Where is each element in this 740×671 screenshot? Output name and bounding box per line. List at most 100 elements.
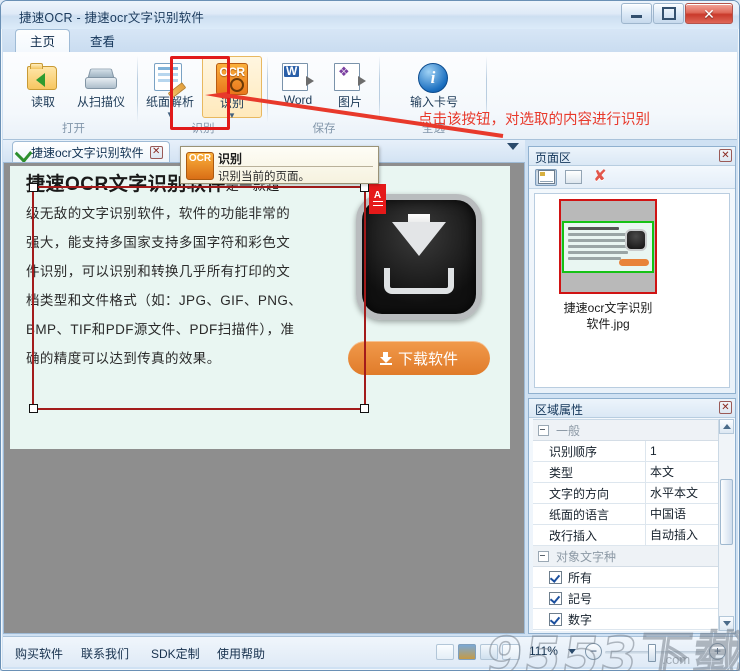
selection-handle-top-right[interactable] <box>360 183 369 192</box>
checkbox-all[interactable] <box>549 571 562 584</box>
property-name: 記号 <box>568 590 592 607</box>
ribbon-group-open-title: 打开 <box>9 120 138 136</box>
property-value[interactable]: 水平本文 <box>645 483 719 503</box>
layout-analysis-button[interactable]: 纸面解析 ▼ <box>140 56 200 118</box>
document-tab-label: 捷速ocr文字识别软件 <box>31 144 144 161</box>
property-name: 文字的方向 <box>533 485 645 502</box>
minimize-icon <box>631 15 642 18</box>
property-row[interactable]: 纸面的语言 中国语 <box>533 504 719 525</box>
page-thumbnail-image <box>559 199 657 294</box>
properties-section-charset-label: 对象文字种 <box>556 548 616 565</box>
page-area-panel-close-icon[interactable]: ✕ <box>719 149 732 162</box>
page-thumbnail-item[interactable]: 捷速ocr文字识别软件.jpg <box>559 199 657 332</box>
page-area-panel-title: 页面区 <box>535 151 571 165</box>
contact-us-link[interactable]: 联系我们 <box>81 645 129 662</box>
close-button[interactable]: ✕ <box>685 3 733 24</box>
property-row[interactable]: 文字的方向 水平本文 <box>533 483 719 504</box>
property-row[interactable]: 识别顺序 1 <box>533 441 719 462</box>
property-value[interactable]: 中国语 <box>645 504 719 524</box>
zoom-level-value[interactable]: 111% <box>529 644 558 658</box>
page-area-panel: 页面区 ✕ ✘ <box>528 146 736 394</box>
document-tab-dropdown-icon[interactable] <box>507 143 519 150</box>
layout-analysis-caret-icon[interactable]: ▼ <box>166 111 174 118</box>
download-arrow-icon <box>380 352 392 365</box>
collapse-icon[interactable] <box>538 425 549 436</box>
image-export-icon: ❖ <box>334 59 366 91</box>
page-area-toolbar: ✘ <box>529 166 735 189</box>
selection-handle-top-left[interactable] <box>29 183 38 192</box>
property-checkbox-row[interactable]: 記号 <box>533 588 719 609</box>
selection-handle-bottom-left[interactable] <box>29 404 38 413</box>
folder-open-icon <box>27 59 59 91</box>
property-row[interactable]: 类型 本文 <box>533 462 719 483</box>
collapse-icon[interactable] <box>538 551 549 562</box>
property-name: 识别顺序 <box>533 443 645 460</box>
property-value[interactable]: 本文 <box>645 462 719 482</box>
property-name: 纸面的语言 <box>533 506 645 523</box>
page-view-button[interactable] <box>562 169 584 186</box>
tab-view[interactable]: 查看 <box>75 29 130 53</box>
ocr-icon: OCR <box>216 60 248 92</box>
layout-view-button[interactable] <box>502 644 520 660</box>
from-scanner-button-label: 从扫描仪 <box>77 93 125 110</box>
check-icon <box>15 144 33 163</box>
zoom-slider-knob[interactable] <box>648 644 656 662</box>
document-tab[interactable]: 捷速ocr文字识别软件 ✕ <box>12 141 170 162</box>
region-tag-letter: A <box>374 192 381 200</box>
buy-software-link[interactable]: 购买软件 <box>15 645 63 662</box>
maximize-icon <box>662 7 676 20</box>
zoom-out-button[interactable]: − <box>585 643 602 660</box>
close-icon: ✕ <box>703 7 715 21</box>
maximize-button[interactable] <box>653 3 684 24</box>
zoom-in-button[interactable]: + <box>709 643 726 660</box>
tooltip-title: 识别 <box>218 150 242 167</box>
scroll-up-button[interactable] <box>719 419 734 434</box>
tooltip-ocr-icon: OCR <box>186 152 214 180</box>
properties-section-charset[interactable]: 对象文字种 <box>533 546 719 567</box>
selection-region[interactable]: A <box>32 186 366 410</box>
property-value[interactable]: 自动插入 <box>645 525 719 545</box>
fit-page-button[interactable] <box>436 644 454 660</box>
thumbnail-view-button[interactable] <box>535 169 557 186</box>
chevron-down-icon <box>723 621 731 626</box>
help-link[interactable]: 使用帮助 <box>217 645 265 662</box>
zoom-dropdown-icon[interactable] <box>568 649 576 654</box>
property-checkbox-row[interactable]: 英字母 <box>533 630 719 631</box>
sdk-custom-link[interactable]: SDK定制 <box>151 645 200 662</box>
region-properties-panel: 区域属性 ✕ 一般 识别顺序 1 类型 本文 文字的方向 水平本文 纸面的语言 <box>528 398 736 634</box>
property-checkbox-row[interactable]: 数字 <box>533 609 719 630</box>
property-name: 数字 <box>568 611 592 628</box>
tooltip-description: 识别当前的页面。 <box>218 168 310 184</box>
page-thumbnail-list[interactable]: 捷速ocr文字识别软件.jpg <box>534 193 730 388</box>
checkbox-digits[interactable] <box>549 613 562 626</box>
from-scanner-button[interactable]: 从扫描仪 <box>71 56 131 118</box>
text-view-button[interactable] <box>480 644 498 660</box>
region-properties-close-icon[interactable]: ✕ <box>719 401 732 414</box>
minimize-button[interactable] <box>621 3 652 24</box>
tab-home[interactable]: 主页 <box>15 29 70 53</box>
word-export-icon: W <box>282 59 314 91</box>
property-name: 改行插入 <box>533 527 645 544</box>
properties-scrollbar[interactable] <box>718 419 734 631</box>
read-button[interactable]: 读取 <box>13 56 73 118</box>
checkbox-symbols[interactable] <box>549 592 562 605</box>
delete-page-button[interactable]: ✘ <box>589 169 611 186</box>
scrollbar-thumb[interactable] <box>720 479 733 545</box>
download-software-label: 下载软件 <box>398 348 458 369</box>
page-icon <box>565 170 582 184</box>
page-analyze-icon <box>154 59 186 91</box>
download-software-button[interactable]: 下载软件 <box>348 341 490 375</box>
property-row[interactable]: 改行插入 自动插入 <box>533 525 719 546</box>
document-tab-close-icon[interactable]: ✕ <box>150 146 163 159</box>
selection-handle-bottom-right[interactable] <box>360 404 369 413</box>
thumbnail-icon <box>538 170 555 184</box>
scroll-down-button[interactable] <box>719 616 734 631</box>
property-value[interactable]: 1 <box>645 441 719 461</box>
properties-section-general[interactable]: 一般 <box>533 420 719 441</box>
tooltip-divider <box>218 166 373 167</box>
region-properties-title: 区域属性 <box>535 403 583 417</box>
property-checkbox-row[interactable]: 所有 <box>533 567 719 588</box>
properties-grid[interactable]: 一般 识别顺序 1 类型 本文 文字的方向 水平本文 纸面的语言 中国语 改行插… <box>533 419 719 631</box>
image-view-button[interactable] <box>458 644 476 660</box>
document-view[interactable]: 捷速OCR文字识别软件是一款超 级无敌的文字识别软件，软件的功能非常的 强大，能… <box>3 162 525 634</box>
